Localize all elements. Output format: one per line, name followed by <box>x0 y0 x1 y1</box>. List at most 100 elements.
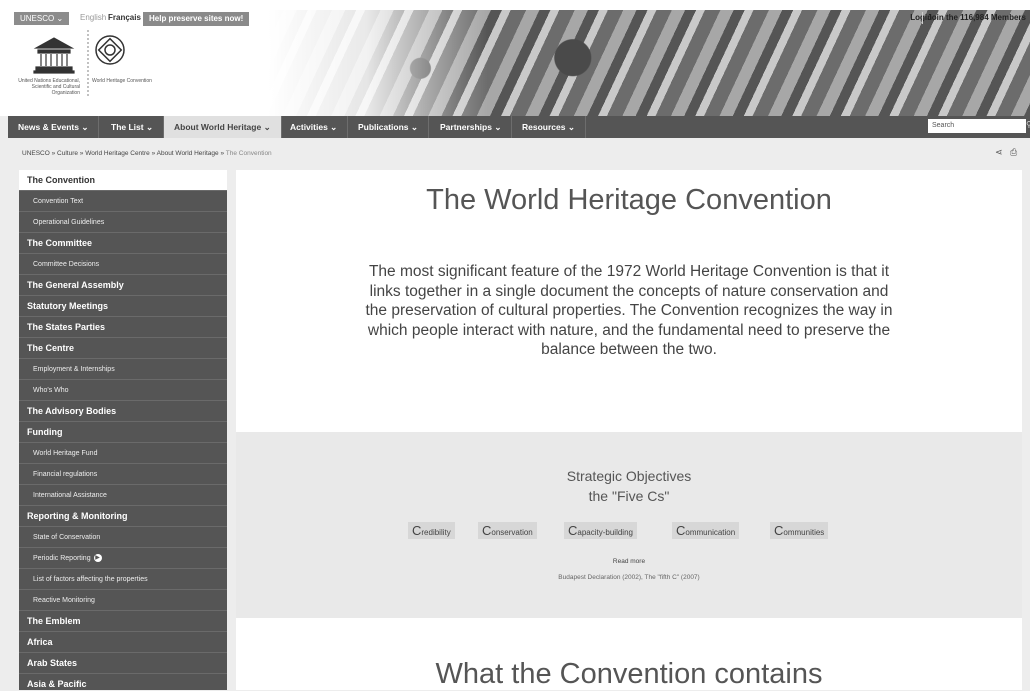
join-members-link[interactable]: Join the 116,984 Members <box>922 12 1030 24</box>
sidebar-item-label: The States Parties <box>27 322 106 332</box>
site-header: UNESCO ⌄ English Français Help preserve … <box>0 0 1030 116</box>
c-conservation[interactable]: Conservation <box>478 522 537 539</box>
nav-publications[interactable]: Publications ⌄ <box>348 116 430 138</box>
unesco-menu-button[interactable]: UNESCO ⌄ <box>14 12 70 25</box>
hero-banner-image <box>268 10 1030 116</box>
nav-activities[interactable]: Activities ⌄ <box>280 116 349 138</box>
sidebar-list: The Convention Convention Text Operational… <box>19 170 227 690</box>
nav-the-list[interactable]: The List ⌄ <box>101 116 165 138</box>
breadcrumb-current: The Convention <box>225 150 272 157</box>
nav-resources[interactable]: Resources ⌄ <box>512 116 586 138</box>
sidebar-item-label: Periodic Reporting <box>33 555 91 562</box>
sidebar-navigation: The Convention Convention Text Operational… <box>19 170 227 690</box>
sidebar-item-label: The Emblem <box>27 616 81 626</box>
sidebar-item-the-convention[interactable]: The Convention <box>19 170 227 191</box>
c-capacity-building[interactable]: Capacity-building <box>564 522 637 539</box>
budapest-declaration-link[interactable]: Budapest Declaration (2002), The "fifth … <box>236 574 1022 581</box>
sidebar-item-label: The Convention <box>27 175 95 185</box>
sidebar-item-the-emblem[interactable]: The Emblem <box>19 611 227 632</box>
breadcrumb: UNESCO » Culture » World Heritage Centre… <box>22 150 272 157</box>
sidebar-item-label: State of Conservation <box>33 534 101 541</box>
sidebar-item-label: Convention Text <box>33 198 84 205</box>
sidebar-item-label: World Heritage Fund <box>33 450 98 457</box>
sidebar-item-arab-states[interactable]: Arab States <box>19 653 227 674</box>
sidebar-item-label: Reporting & Monitoring <box>27 511 128 521</box>
sidebar-item-label: Asia & Pacific <box>27 679 87 689</box>
sidebar-item-the-centre[interactable]: The Centre <box>19 338 227 359</box>
read-more-link[interactable]: Read more <box>236 558 1022 565</box>
share-icon[interactable]: ⋖ <box>995 147 1003 158</box>
sidebar-item-state-of-conservation[interactable]: State of Conservation <box>19 527 227 548</box>
c-rest: ommunities <box>783 528 825 537</box>
convention-intro-panel: The World Heritage Convention The most s… <box>236 170 1022 432</box>
chevron-down-icon: ⌄ <box>263 122 271 132</box>
sidebar-item-reactive-monitoring[interactable]: Reactive Monitoring <box>19 590 227 611</box>
sidebar-item-asia-pacific[interactable]: Asia & Pacific <box>19 674 227 690</box>
print-icon[interactable]: ⎙ <box>1010 147 1017 158</box>
section-title: What the Convention contains <box>435 658 823 690</box>
sidebar-item-international-assistance[interactable]: International Assistance <box>19 485 227 506</box>
chevron-down-icon: ⌄ <box>145 122 154 132</box>
sidebar-item-who-s-who[interactable]: Who's Who <box>19 380 227 401</box>
sidebar-item-funding[interactable]: Funding <box>19 422 227 443</box>
c-initial: C <box>568 523 578 538</box>
unesco-logo[interactable] <box>14 28 134 110</box>
sidebar-item-label: Funding <box>27 427 63 437</box>
nav-partnerships[interactable]: Partnerships ⌄ <box>430 116 513 138</box>
sidebar-item-list-of-factors-affecting-the-properties[interactable]: List of factors affecting the properties <box>19 569 227 590</box>
sidebar-item-label: Financial regulations <box>33 471 98 478</box>
sidebar-item-label: International Assistance <box>33 492 107 499</box>
chevron-down-icon: ⌄ <box>410 122 419 132</box>
sidebar-item-the-states-parties[interactable]: The States Parties <box>19 317 227 338</box>
search-icon[interactable]: ⚲ <box>1026 121 1030 129</box>
objectives-title: Strategic Objectives <box>566 468 692 484</box>
sidebar-item-convention-text[interactable]: Convention Text <box>19 191 227 212</box>
sidebar-item-label: The Committee <box>27 238 93 248</box>
c-credibility[interactable]: Credibility <box>408 522 455 539</box>
nav-label: News & Events <box>18 122 79 132</box>
sidebar-item-africa[interactable]: Africa <box>19 632 227 653</box>
intro-paragraph: The most significant feature of the 1972… <box>365 263 893 358</box>
sidebar-item-label: Who's Who <box>33 387 69 394</box>
nav-news-events[interactable]: News & Events ⌄ <box>8 116 100 138</box>
nav-about-world-heritage[interactable]: About World Heritage ⌄ <box>164 116 282 138</box>
c-rest: redibility <box>421 528 451 537</box>
organization-name: United Nations Educational, Scientific a… <box>18 78 80 96</box>
chevron-down-icon: ⌄ <box>494 122 502 132</box>
breadcrumb-path[interactable]: UNESCO » Culture » World Heritage Centre… <box>22 150 224 157</box>
c-rest: apacity-building <box>577 528 633 537</box>
unesco-label: UNESCO <box>20 14 55 23</box>
c-rest: onservation <box>491 528 533 537</box>
five-cs-list: Credibility Conservation Capacity-buildi… <box>408 522 858 540</box>
sidebar-item-world-heritage-fund[interactable]: World Heritage Fund <box>19 443 227 464</box>
nav-label: About World Heritage <box>174 122 262 132</box>
language-english-link[interactable]: English <box>80 12 106 24</box>
sidebar-item-label: List of factors affecting the properties <box>33 576 148 583</box>
sidebar-item-operational-guidelines[interactable]: Operational Guidelines <box>19 212 227 233</box>
sidebar-item-the-committee[interactable]: The Committee <box>19 233 227 254</box>
nav-label: Resources <box>522 122 566 132</box>
sidebar-item-financial-regulations[interactable]: Financial regulations <box>19 464 227 485</box>
language-french-link[interactable]: Français <box>108 12 141 24</box>
sidebar-item-reporting-monitoring[interactable]: Reporting & Monitoring <box>19 506 227 527</box>
sidebar-item-the-general-assembly[interactable]: The General Assembly <box>19 275 227 296</box>
objectives-subtitle: the "Five Cs" <box>588 488 670 504</box>
sidebar-item-the-advisory-bodies[interactable]: The Advisory Bodies <box>19 401 227 422</box>
c-communities[interactable]: Communities <box>770 522 829 539</box>
search-input[interactable]: Search <box>928 119 1026 133</box>
sidebar-item-periodic-reporting[interactable]: Periodic Reporting ▶ <box>19 548 227 569</box>
sidebar-item-label: Employment & Internships <box>33 366 115 373</box>
arrow-right-icon: ▶ <box>93 554 102 563</box>
c-communication[interactable]: Communication <box>672 522 740 539</box>
sidebar-item-statutory-meetings[interactable]: Statutory Meetings <box>19 296 227 317</box>
nav-label: The List <box>111 122 144 132</box>
convention-contents-panel: What the Convention contains <box>236 618 1022 690</box>
nav-label: Activities <box>290 122 328 132</box>
page-title: The World Heritage Convention <box>426 184 832 216</box>
sidebar-item-label: Committee Decisions <box>33 261 100 268</box>
sidebar-item-committee-decisions[interactable]: Committee Decisions <box>19 254 227 275</box>
c-initial: C <box>412 523 422 538</box>
help-preserve-button[interactable]: Help preserve sites now! <box>143 12 250 26</box>
sidebar-item-employment-internships[interactable]: Employment & Internships <box>19 359 227 380</box>
sidebar-item-label: Operational Guidelines <box>33 219 105 226</box>
